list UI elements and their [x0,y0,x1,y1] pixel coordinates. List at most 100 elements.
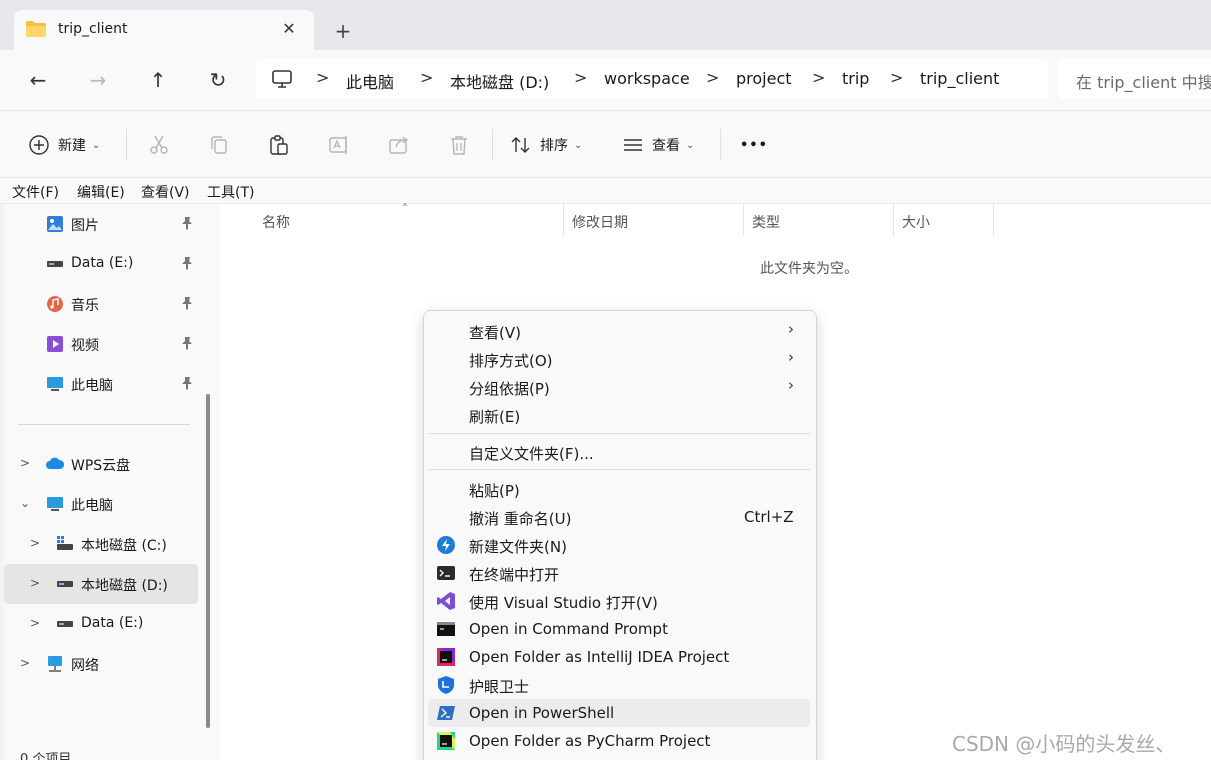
chevron-right-icon[interactable]: > [20,656,30,670]
plus-circle-icon [29,135,49,155]
menu-edit[interactable]: 编辑(E) [77,182,125,202]
breadcrumb-separator[interactable]: > [890,68,903,87]
sidebar-item-this-pc[interactable]: ⌄ 此电脑 [4,484,198,524]
breadcrumb-separator[interactable]: > [812,68,825,87]
tab-title: trip_client [58,21,128,37]
sort-label: 排序 [540,138,568,154]
menu-item-open-pycharm[interactable]: Open Folder as PyCharm Project [428,727,810,755]
chevron-right-icon[interactable]: > [30,616,40,630]
sidebar-item-data-e-quick[interactable]: Data (E:) [4,244,198,284]
copy-button[interactable] [208,133,230,157]
menu-item-label: Open in Command Prompt [469,620,668,638]
sidebar-item-label: 此电脑 [71,378,113,394]
breadcrumb-workspace[interactable]: workspace [604,69,690,88]
pin-icon[interactable] [180,376,194,390]
close-tab-icon[interactable]: ✕ [278,18,300,40]
breadcrumb-this-pc[interactable]: 此电脑 [346,69,394,93]
menu-item-open-cmd[interactable]: Open in Command Prompt [428,615,810,643]
sidebar-item-drive-d[interactable]: > 本地磁盘 (D:) [4,564,198,604]
menu-item-label: 粘贴(P) [469,482,520,500]
new-tab-button[interactable]: + [330,18,356,44]
column-label: 名称 [262,215,290,231]
rename-button[interactable] [328,133,350,157]
refresh-button[interactable]: ↻ [204,66,232,94]
more-options-button[interactable]: ••• [740,133,768,157]
tab-trip-client[interactable]: trip_client ✕ [14,10,314,50]
sidebar-item-drive-c[interactable]: > 本地磁盘 (C:) [4,524,198,564]
share-button[interactable] [388,133,410,157]
view-button[interactable]: 查看 ⌄ [622,133,694,157]
column-header-size[interactable]: 大小 [894,204,994,236]
sidebar-item-network[interactable]: > 网络 [4,644,198,684]
pin-icon[interactable] [180,216,194,230]
menu-tools[interactable]: 工具(T) [207,182,254,202]
view-label: 查看 [652,138,680,154]
back-button[interactable]: ← [24,66,52,94]
breadcrumb-drive-d[interactable]: 本地磁盘 (D:) [450,69,549,93]
search-box[interactable]: 在 trip_client 中搜 [1058,59,1211,99]
this-pc-icon [47,497,63,511]
menu-item-paste[interactable]: 粘贴(P) [428,475,810,503]
forward-button[interactable]: → [84,66,112,94]
new-folder-icon [437,536,455,554]
menu-view[interactable]: 查看(V) [141,182,190,202]
column-header-type[interactable]: 类型 [744,204,894,236]
up-button[interactable]: ↑ [144,66,172,94]
chevron-right-icon[interactable]: > [30,536,40,550]
menu-item-label: 排序方式(O) [469,352,553,370]
delete-button[interactable] [448,133,470,157]
menu-item-label: Open Folder as PyCharm Project [469,732,711,750]
menu-item-sort-by[interactable]: 排序方式(O) › [428,345,810,373]
sidebar-scrollbar[interactable] [206,394,210,728]
sidebar-item-music[interactable]: 音乐 [4,284,198,324]
menu-item-open-terminal[interactable]: 在终端中打开 [428,559,810,587]
paste-button[interactable] [268,133,290,157]
breadcrumb-separator[interactable]: > [706,68,719,87]
breadcrumb-separator[interactable]: > [420,68,433,87]
breadcrumb-trip[interactable]: trip [842,69,869,88]
breadcrumb-separator[interactable]: > [316,68,329,87]
column-header-name[interactable]: 名称 ˄ [254,202,564,236]
menu-item-view[interactable]: 查看(V) › [428,317,810,345]
menu-item-open-visual-studio[interactable]: 使用 Visual Studio 打开(V) [428,587,810,615]
chevron-down-icon[interactable]: ⌄ [20,496,30,510]
new-button[interactable]: 新建 ⌄ [28,133,100,157]
powershell-icon [437,706,455,720]
chevron-down-icon: ⌄ [686,139,695,151]
menu-item-label: 撤消 重命名(U) [469,510,572,528]
menu-bar: 文件(F) 编辑(E) 查看(V) 工具(T) [0,178,1211,204]
menu-item-group-by[interactable]: 分组依据(P) › [428,373,810,401]
chevron-right-icon[interactable]: > [20,456,30,470]
pin-icon[interactable] [180,336,194,350]
chevron-right-icon[interactable]: > [30,576,40,590]
empty-folder-message: 此文件夹为空。 [760,261,858,277]
cut-button[interactable] [148,133,170,157]
cloud-icon [46,457,64,469]
menu-item-customize-folder[interactable]: 自定义文件夹(F)... [428,438,810,466]
menu-divider [428,469,810,470]
sidebar-item-label: Data (E:) [81,615,144,631]
menu-item-new-folder[interactable]: 新建文件夹(N) [428,531,810,559]
search-placeholder[interactable]: 在 trip_client 中搜 [1076,69,1211,93]
menu-item-open-intellij[interactable]: Open Folder as IntelliJ IDEA Project [428,643,810,671]
menu-item-open-powershell[interactable]: Open in PowerShell [428,699,810,727]
breadcrumb-project[interactable]: project [736,69,792,88]
menu-item-undo-rename[interactable]: 撤消 重命名(U) Ctrl+Z [428,503,810,531]
menu-item-eye-guard[interactable]: 护眼卫士 [428,671,810,699]
menu-file[interactable]: 文件(F) [12,182,59,202]
sort-icon [511,137,530,153]
column-header-modified[interactable]: 修改日期 [564,204,744,236]
breadcrumb-separator[interactable]: > [574,68,587,87]
pin-icon[interactable] [180,296,194,310]
sidebar-item-this-pc-quick[interactable]: 此电脑 [4,364,198,404]
menu-item-refresh[interactable]: 刷新(E) [428,401,810,429]
sort-button[interactable]: 排序 ⌄ [510,133,582,157]
sidebar-item-data-e[interactable]: > Data (E:) [4,604,198,644]
pin-icon[interactable] [180,256,194,270]
sidebar-item-pictures[interactable]: 图片 [4,204,198,244]
sidebar-item-wps-cloud[interactable]: > WPS云盘 [4,444,198,484]
address-bar[interactable]: > 此电脑 > 本地磁盘 (D:) > workspace > project … [256,59,1048,99]
sidebar-item-videos[interactable]: 视频 [4,324,198,364]
chevron-right-icon: › [788,376,794,394]
breadcrumb-trip-client[interactable]: trip_client [920,69,999,88]
